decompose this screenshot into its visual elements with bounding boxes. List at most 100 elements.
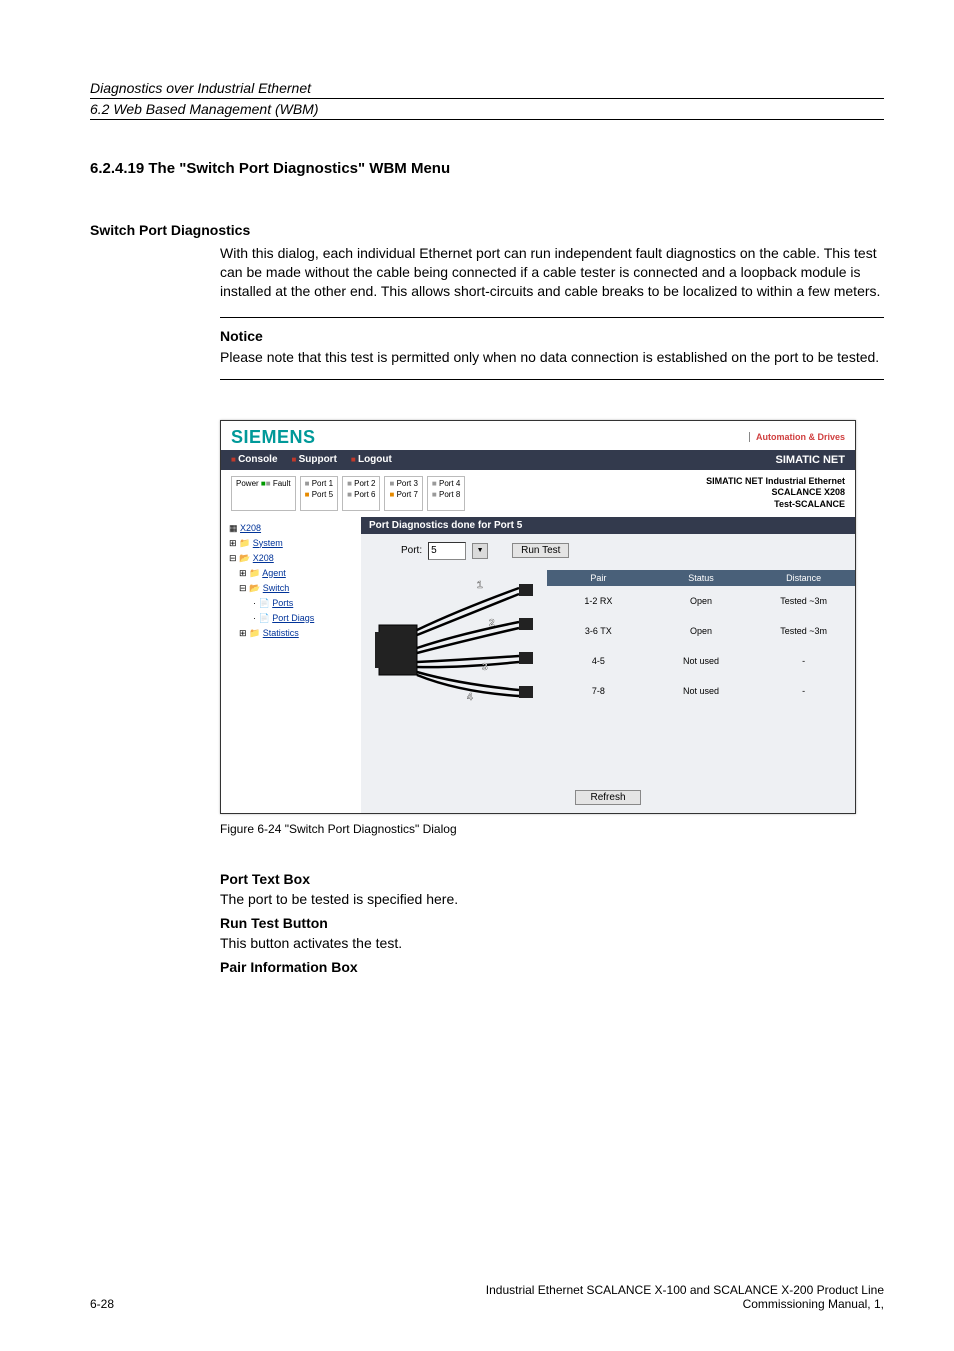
head-distance: Distance (752, 570, 855, 586)
figure-caption: Figure 6-24 "Switch Port Diagnostics" Di… (220, 822, 884, 836)
led-grey-icon: ■ (347, 490, 352, 499)
lower-body: Port Text Box The port to be tested is s… (220, 871, 884, 975)
cell-distance: - (752, 676, 855, 706)
simatic-net-label: SIMATIC NET (776, 454, 845, 466)
notice-text: Please note that this test is permitted … (220, 348, 884, 367)
led-orange-icon: ■ (305, 490, 310, 499)
led-grey-icon: ■ (432, 479, 437, 488)
tree-agent-link[interactable]: Agent (262, 568, 286, 578)
table-row: 7-8 Not used - (547, 676, 855, 706)
port-text-box-title: Port Text Box (220, 871, 884, 887)
port-status-col-power: Power ■■ Fault (231, 476, 296, 511)
automation-drives-label: Automation & Drives (749, 432, 845, 442)
wbm-screenshot: SIEMENS Automation & Drives Console Supp… (220, 420, 856, 814)
menu-support[interactable]: Support (292, 454, 337, 465)
port-dropdown-button[interactable]: ▼ (472, 543, 488, 559)
screenshot-menubar: Console Support Logout SIMATIC NET (221, 450, 855, 470)
run-test-button-title: Run Test Button (220, 915, 884, 931)
led-grey-icon: ■ (432, 490, 437, 499)
doc-header-line2: 6.2 Web Based Management (WBM) (90, 99, 884, 117)
port-status-col-4: ■ Port 4 ■ Port 8 (427, 476, 465, 511)
port-status-col-3: ■ Port 3 ■ Port 7 (384, 476, 422, 511)
cell-pair: 1-2 RX (547, 586, 650, 616)
cable-diagram-icon: 1 2 3 4 (369, 570, 539, 720)
cell-pair: 4-5 (547, 646, 650, 676)
doc-header-line1: Diagnostics over Industrial Ethernet (90, 80, 884, 99)
cell-status: Not used (650, 676, 753, 706)
port-label: Port: (401, 545, 422, 556)
head-pair: Pair (547, 570, 650, 586)
power-row: Power ■■ Fault (236, 479, 291, 488)
controls-row: Port: 5 ▼ Run Test (361, 534, 855, 570)
led-grey-icon: ■ (266, 479, 271, 488)
port-status-table: Power ■■ Fault ■ Port 1 ■ Port 5 ■ Port … (231, 476, 465, 511)
tree-x208[interactable]: ⊟ 📂 X208 (225, 551, 357, 566)
port5-row: ■ Port 5 (305, 490, 333, 499)
diagram-label-3: 3 (482, 662, 488, 673)
page-footer: Industrial Ethernet SCALANCE X-100 and S… (90, 1283, 884, 1311)
cell-distance: Tested ~3m (752, 616, 855, 646)
refresh-row: Refresh (361, 720, 855, 813)
led-grey-icon: ■ (347, 479, 352, 488)
port7-row: ■ Port 7 (389, 490, 417, 499)
info-line3: Test-SCALANCE (706, 499, 845, 511)
port6-row: ■ Port 6 (347, 490, 375, 499)
nav-tree: ▦ X208 ⊞ 📁 System ⊟ 📂 X208 ⊞ 📁 Agent ⊟ 📂… (221, 517, 361, 813)
info-right: SIMATIC NET Industrial Ethernet SCALANCE… (706, 476, 845, 511)
tree-ports[interactable]: · 📄 Ports (225, 596, 357, 611)
screenshot-infobar: Power ■■ Fault ■ Port 1 ■ Port 5 ■ Port … (221, 470, 855, 517)
tree-agent[interactable]: ⊞ 📁 Agent (225, 566, 357, 581)
tree-statistics-link[interactable]: Statistics (263, 628, 299, 638)
notice-block: Notice Please note that this test is per… (220, 317, 884, 380)
pair-info-box-title: Pair Information Box (220, 959, 884, 975)
cell-distance: Tested ~3m (752, 586, 855, 616)
tree-root[interactable]: ▦ X208 (225, 521, 357, 536)
table-row: 4-5 Not used - (547, 646, 855, 676)
cable-diagram: 1 2 3 4 (361, 570, 547, 720)
port-status-col-2: ■ Port 2 ■ Port 6 (342, 476, 380, 511)
tree-root-link[interactable]: X208 (240, 523, 261, 533)
tree-statistics[interactable]: ⊞ 📁 Statistics (225, 626, 357, 641)
tree-x208-link[interactable]: X208 (253, 553, 274, 563)
tree-system[interactable]: ⊞ 📁 System (225, 536, 357, 551)
port-status-col-1: ■ Port 1 ■ Port 5 (300, 476, 338, 511)
diagram-label-2: 2 (489, 618, 495, 629)
screenshot-topbar: SIEMENS Automation & Drives (221, 421, 855, 450)
info-line2: SCALANCE X208 (706, 487, 845, 499)
led-grey-icon: ■ (389, 479, 394, 488)
tree-port-diags[interactable]: · 📄 Port Diags (225, 611, 357, 626)
footer-right-line2: Commissioning Manual, 1, (90, 1297, 884, 1311)
table-row: 1-2 RX Open Tested ~3m (547, 586, 855, 616)
screenshot-body: ▦ X208 ⊞ 📁 System ⊟ 📂 X208 ⊞ 📁 Agent ⊟ 📂… (221, 517, 855, 813)
siemens-logo: SIEMENS (231, 427, 316, 448)
panel-title: Port Diagnostics done for Port 5 (361, 517, 855, 534)
footer-right-line1: Industrial Ethernet SCALANCE X-100 and S… (90, 1283, 884, 1297)
tree-ports-link[interactable]: Ports (272, 598, 293, 608)
port-text-box-text: The port to be tested is specified here. (220, 891, 884, 907)
cell-status: Open (650, 586, 753, 616)
cell-pair: 7-8 (547, 676, 650, 706)
run-test-button[interactable]: Run Test (512, 543, 569, 558)
menu-console[interactable]: Console (231, 454, 278, 465)
subheading-switch-port-diagnostics: Switch Port Diagnostics (90, 222, 884, 238)
cell-status: Not used (650, 646, 753, 676)
refresh-button[interactable]: Refresh (575, 790, 640, 805)
diagram-label-4: 4 (467, 692, 473, 703)
main-panel: Port Diagnostics done for Port 5 Port: 5… (361, 517, 855, 813)
run-test-button-text: This button activates the test. (220, 935, 884, 951)
notice-title: Notice (220, 328, 884, 344)
tree-switch-link[interactable]: Switch (263, 583, 290, 593)
head-status: Status (650, 570, 753, 586)
led-grey-icon: ■ (305, 479, 310, 488)
footer-page-number: 6-28 (90, 1297, 114, 1311)
tree-system-link[interactable]: System (253, 538, 283, 548)
menu-logout[interactable]: Logout (351, 454, 392, 465)
tree-switch[interactable]: ⊟ 📂 Switch (225, 581, 357, 596)
document-header: Diagnostics over Industrial Ethernet 6.2… (90, 80, 884, 120)
port-input[interactable]: 5 (428, 542, 466, 560)
section-heading: 6.2.4.19 The "Switch Port Diagnostics" W… (90, 160, 884, 177)
diagnostics-table: Pair Status Distance 1-2 RX Open Tested … (547, 570, 855, 720)
menubar-left: Console Support Logout (231, 454, 392, 465)
cell-pair: 3-6 TX (547, 616, 650, 646)
tree-port-diags-link[interactable]: Port Diags (272, 613, 314, 623)
